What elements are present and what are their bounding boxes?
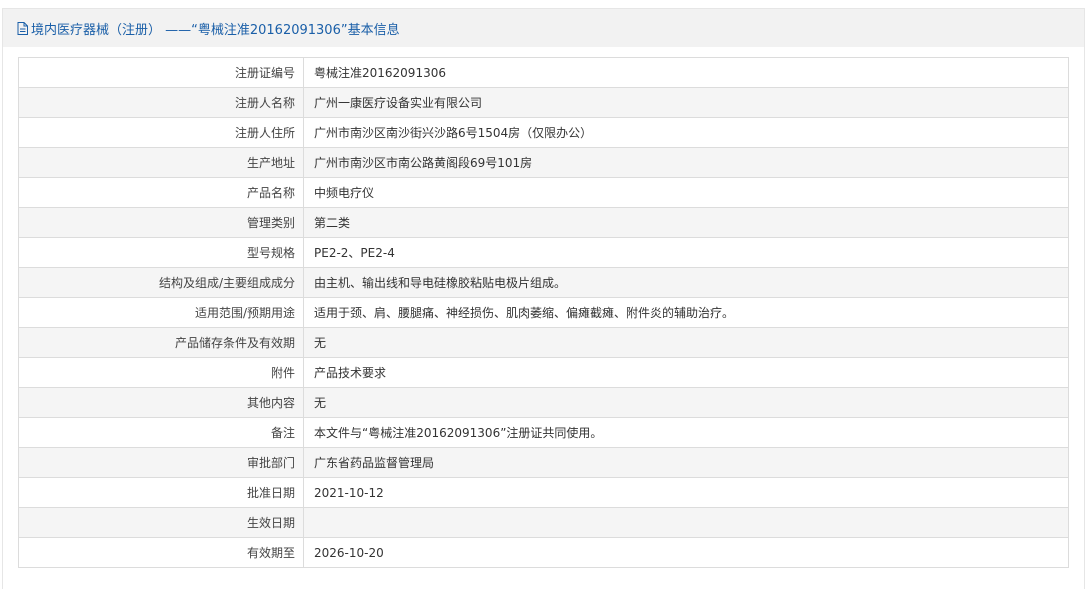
field-label: 有效期至 xyxy=(18,537,304,568)
table-row: 其他内容无 xyxy=(18,387,1069,418)
table-row: 生产地址 广州市南沙区市南公路黄阁段69号101房 xyxy=(18,147,1069,178)
field-label: 型号规格 xyxy=(18,237,304,268)
field-label: 其他内容 xyxy=(18,387,304,418)
field-value: PE2-2、PE2-4 xyxy=(303,237,1069,268)
field-value: 本文件与“粤械注准20162091306”注册证共同使用。 xyxy=(303,417,1069,448)
field-value: 无 xyxy=(303,387,1069,418)
field-value: 无 xyxy=(303,327,1069,358)
table-row: 生效日期 xyxy=(18,507,1069,538)
field-value: 中频电疗仪 xyxy=(303,177,1069,208)
table-row: 附件 产品技术要求 xyxy=(18,357,1069,388)
table-row: 适用范围/预期用途 适用于颈、肩、腰腿痛、神经损伤、肌肉萎缩、偏瘫截瘫、附件炎的辅… xyxy=(18,297,1069,328)
field-label: 产品名称 xyxy=(18,177,304,208)
table-row: 备注 本文件与“粤械注准20162091306”注册证共同使用。 xyxy=(18,417,1069,448)
field-label: 注册人名称 xyxy=(18,87,304,118)
field-value: 广东省药品监督管理局 xyxy=(303,447,1069,478)
table-row: 批准日期 2021-10-12 xyxy=(18,477,1069,508)
field-label: 产品储存条件及有效期 xyxy=(18,327,304,358)
field-label: 结构及组成/主要组成成分 xyxy=(18,267,304,298)
table-row: 注册人名称 广州一康医疗设备实业有限公司 xyxy=(18,87,1069,118)
field-value: 广州市南沙区南沙街兴沙路6号1504房（仅限办公） xyxy=(303,117,1069,148)
table-row: 结构及组成/主要组成成分 由主机、输出线和导电硅橡胶粘贴电极片组成。 xyxy=(18,267,1069,298)
table-row: 产品名称 中频电疗仪 xyxy=(18,177,1069,208)
table-row: 有效期至 2026-10-20 xyxy=(18,537,1069,568)
field-value: 适用于颈、肩、腰腿痛、神经损伤、肌肉萎缩、偏瘫截瘫、附件炎的辅助治疗。 xyxy=(303,297,1069,328)
field-value: 产品技术要求 xyxy=(303,357,1069,388)
info-panel: 境内医疗器械（注册） ——“粤械注准20162091306”基本信息 注册证编号… xyxy=(2,8,1085,589)
table-row: 产品储存条件及有效期无 xyxy=(18,327,1069,358)
table-row: 型号规格 PE2-2、PE2-4 xyxy=(18,237,1069,268)
field-value: 第二类 xyxy=(303,207,1069,238)
field-label: 审批部门 xyxy=(18,447,304,478)
field-label: 备注 xyxy=(18,417,304,448)
field-value: 2026-10-20 xyxy=(303,537,1069,568)
field-label: 管理类别 xyxy=(18,207,304,238)
field-label: 注册人住所 xyxy=(18,117,304,148)
document-icon xyxy=(17,21,28,35)
field-label: 附件 xyxy=(18,357,304,388)
panel-body: 注册证编号 粤械注准20162091306 注册人名称 广州一康医疗设备实业有限公司注… xyxy=(3,47,1084,568)
page-title: 境内医疗器械（注册） ——“粤械注准20162091306”基本信息 xyxy=(31,22,400,38)
info-table: 注册证编号 粤械注准20162091306 注册人名称 广州一康医疗设备实业有限公司注… xyxy=(18,57,1069,568)
field-value: 2021-10-12 xyxy=(303,477,1069,508)
table-row: 审批部门 广东省药品监督管理局 xyxy=(18,447,1069,478)
field-value: 广州一康医疗设备实业有限公司 xyxy=(303,87,1069,118)
field-label: 生产地址 xyxy=(18,147,304,178)
field-label: 注册证编号 xyxy=(18,57,304,88)
table-row: 管理类别 第二类 xyxy=(18,207,1069,238)
field-value xyxy=(303,507,1069,538)
field-value: 由主机、输出线和导电硅橡胶粘贴电极片组成。 xyxy=(303,267,1069,298)
panel-header: 境内医疗器械（注册） ——“粤械注准20162091306”基本信息 xyxy=(3,9,1084,47)
table-row: 注册人住所 广州市南沙区南沙街兴沙路6号1504房（仅限办公） xyxy=(18,117,1069,148)
field-label: 批准日期 xyxy=(18,477,304,508)
field-label: 适用范围/预期用途 xyxy=(18,297,304,328)
field-label: 生效日期 xyxy=(18,507,304,538)
field-value: 粤械注准20162091306 xyxy=(303,57,1069,88)
table-row: 注册证编号 粤械注准20162091306 xyxy=(18,57,1069,88)
field-value: 广州市南沙区市南公路黄阁段69号101房 xyxy=(303,147,1069,178)
